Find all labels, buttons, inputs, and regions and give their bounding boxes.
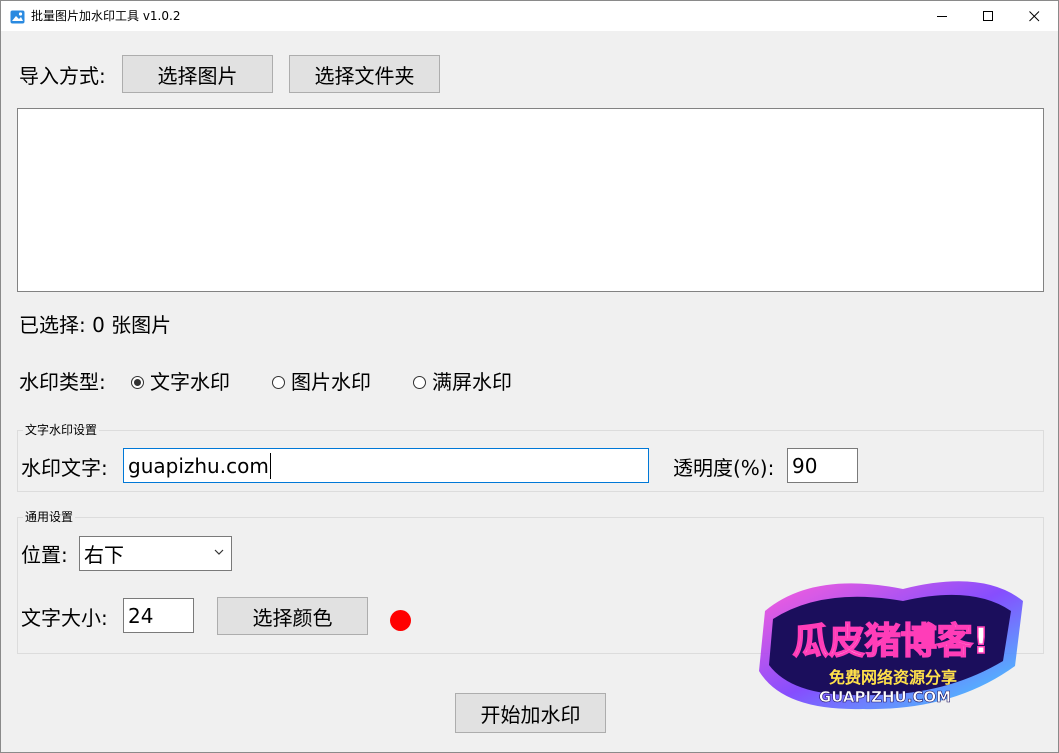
radio-text-watermark[interactable]: 文字水印 (131, 369, 230, 395)
radio-fullscreen-watermark[interactable]: 满屏水印 (413, 369, 512, 395)
radio-label: 图片水印 (291, 370, 371, 394)
color-preview (390, 610, 411, 631)
position-select[interactable]: 右下 (79, 536, 232, 571)
select-images-button[interactable]: 选择图片 (122, 55, 273, 93)
opacity-value: 90 (792, 453, 818, 478)
position-label: 位置: (21, 543, 68, 567)
general-settings-title: 通用设置 (23, 509, 76, 525)
start-watermark-button[interactable]: 开始加水印 (455, 693, 606, 733)
image-list[interactable] (17, 108, 1044, 292)
text-settings-title: 文字水印设置 (23, 422, 100, 438)
radio-label: 满屏水印 (432, 370, 512, 394)
logo-line3: GUAPIZHU.COM (819, 688, 951, 706)
minimize-icon (936, 15, 947, 17)
text-cursor (269, 452, 271, 479)
app-icon (10, 9, 25, 24)
import-label: 导入方式: (19, 64, 106, 88)
select-folder-button[interactable]: 选择文件夹 (289, 55, 440, 93)
site-logo-watermark: 瓜皮猪博客! 免费网络资源分享 GUAPIZHU.COM (753, 571, 1033, 721)
watermark-text-label: 水印文字: (21, 456, 108, 480)
window-title: 批量图片加水印工具 v1.0.2 (31, 9, 181, 23)
position-value: 右下 (84, 543, 124, 567)
radio-checked-icon (131, 375, 144, 389)
minimize-button[interactable] (919, 1, 965, 31)
radio-label: 文字水印 (150, 370, 230, 394)
radio-unchecked-icon (413, 375, 426, 389)
close-icon (1028, 10, 1039, 21)
watermark-text-value: guapizhu.com (128, 453, 269, 478)
watermark-type-label: 水印类型: (19, 370, 106, 394)
logo-line1: 瓜皮猪博客! (793, 621, 989, 662)
watermark-text-input[interactable]: guapizhu.com (123, 448, 649, 483)
opacity-input[interactable]: 90 (787, 448, 858, 483)
radio-image-watermark[interactable]: 图片水印 (272, 369, 371, 395)
font-size-input[interactable]: 24 (123, 598, 194, 633)
title-bar[interactable]: 批量图片加水印工具 v1.0.2 (1, 1, 1058, 31)
close-button[interactable] (1011, 1, 1057, 31)
font-size-label: 文字大小: (21, 606, 108, 630)
radio-unchecked-icon (272, 375, 285, 389)
chevron-down-icon (214, 549, 224, 555)
maximize-button[interactable] (965, 1, 1011, 31)
selected-count: 已选择: 0 张图片 (19, 313, 172, 337)
opacity-label: 透明度(%): (673, 456, 775, 480)
logo-line2: 免费网络资源分享 (829, 668, 957, 687)
maximize-icon (982, 10, 993, 21)
font-size-value: 24 (128, 603, 154, 628)
select-color-button[interactable]: 选择颜色 (217, 597, 368, 635)
app-window: 批量图片加水印工具 v1.0.2 导入方式: 选择图片 选择文件夹 已选择: 0… (0, 0, 1059, 753)
